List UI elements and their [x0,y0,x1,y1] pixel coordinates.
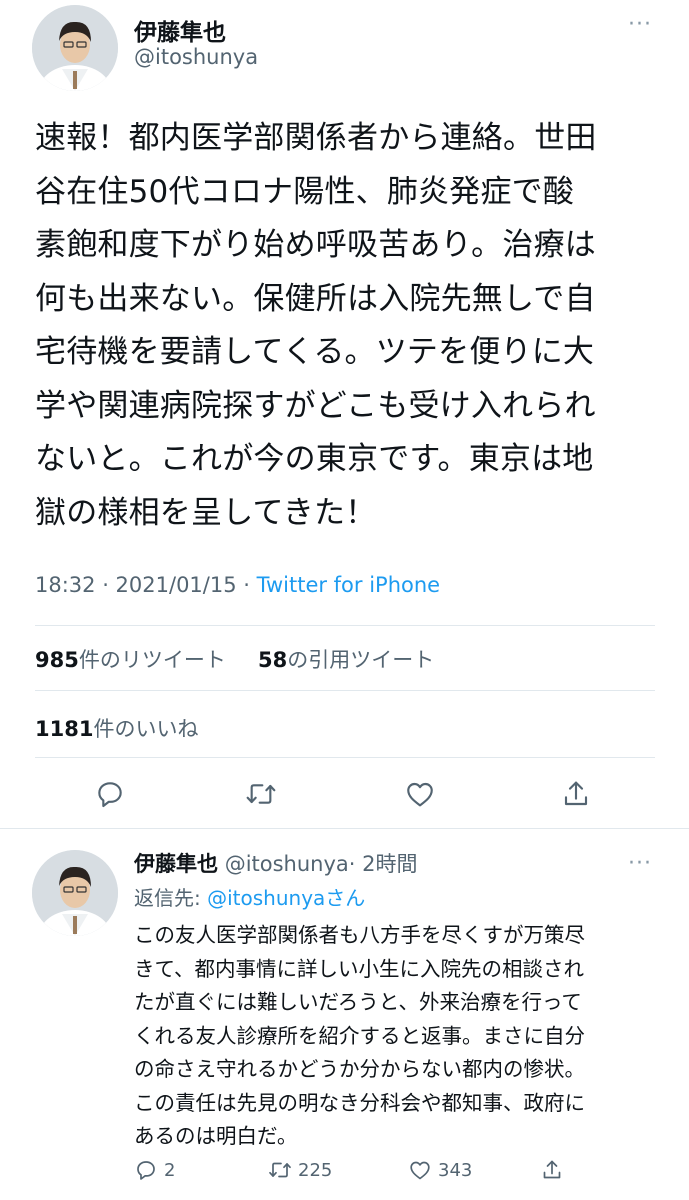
reply-author-avatar[interactable] [32,850,118,936]
reply-replies-count: 2 [164,1159,176,1181]
reply-text-line: あるのは明白だ。 [134,1124,298,1148]
divider [0,828,689,829]
reply-icon [137,1161,155,1180]
divider [35,690,655,691]
more-options-icon[interactable]: ··· [628,14,652,36]
tweet-text-line: 谷在住50代コロナ陽性、肺炎発症で酸 [35,173,575,210]
retweets-label: 件のリツイート [78,648,226,672]
quotes-count: 58 [258,648,288,672]
reply-text-line: たが直ぐには難しいだろうと、外来治療を行って [134,990,582,1014]
reply-text: この友人医学部関係者も八方手を尽くすが万策尽 きて、都内事情に詳しい小生に入院先… [134,919,585,1154]
tweet-source-link[interactable]: Twitter for iPhone [257,573,441,597]
reply-to-mention[interactable]: @itoshunyaさん [207,886,365,910]
reply-reply-button[interactable]: 2 [134,1158,175,1182]
share-icon[interactable] [560,778,592,810]
divider [35,625,655,626]
tweet-text-line: 何も出来ない。保健所は入院先無しで自 [35,280,596,317]
likes-count: 1181 [35,717,94,741]
reply-to-handle: @itoshunya [207,886,326,910]
quotes-label: の引用ツイート [287,648,435,672]
reply-author-handle[interactable]: @itoshunya [225,852,349,876]
tweet-text-line: 宅待機を要請してくる。ツテを便りに大 [35,334,595,370]
tweet-text-line: 素飽和度下がり始め呼吸苦あり。治療は [35,227,596,263]
share-icon [543,1160,561,1179]
reply-time[interactable]: · 2時間 [349,852,418,876]
reply-more-options-icon[interactable]: ··· [628,853,652,875]
retweets-count: 985 [35,648,79,672]
retweets-stat[interactable]: 985件のリツイート [35,644,226,674]
reply-like-button[interactable]: 343 [408,1158,472,1182]
reply-share-button[interactable] [540,1158,564,1182]
quotes-stat[interactable]: 58の引用ツイート [258,644,434,674]
reply-text-line: この責任は先見の明なき分科会や都知事、政府に [134,1090,585,1115]
avatar-photo [32,5,118,91]
reply-retweet-button[interactable]: 225 [268,1158,332,1182]
reply-retweets-count: 225 [298,1159,333,1181]
reply-text-line: きて、都内事情に詳しい小生に入院先の相談され [134,956,584,981]
reply-text-line: の命さえ守れるかどうか分からない都内の惨状。 [134,1057,585,1081]
reply-to-suffix: さん [325,886,366,910]
tweet-text-line: 獄の様相を呈してきた！ [35,494,377,531]
like-icon[interactable] [404,778,436,810]
divider [35,757,655,758]
reply-header: 伊藤隼也 @itoshunya· 2時間 [134,848,418,878]
reply-to-line: 返信先: @itoshunyaさん [134,882,365,911]
tweet-text: 速報！都内医学部関係者から連絡。世田 谷在住50代コロナ陽性、肺炎発症で酸 素飽… [35,112,597,540]
reply-text-line: この友人医学部関係者も八方手を尽くすが万策尽 [134,923,585,947]
author-name[interactable]: 伊藤隼也 [134,13,226,47]
tweet-timestamp[interactable]: 18:32 · 2021/01/15 · [35,573,257,597]
reply-author-name[interactable]: 伊藤隼也 [134,852,218,876]
likes-label: 件のいいね [93,717,199,741]
tweet-text-line: 速報！都内医学部関係者から連絡。世田 [35,120,597,156]
reply-text-line: くれる友人診療所を紹介すると返事。まさに自分 [134,1023,585,1048]
tweet-text-line: ないと。これが今の東京です。東京は地 [35,441,594,477]
reply-icon[interactable] [94,778,126,810]
tweet-meta: 18:32 · 2021/01/15 · Twitter for iPhone [35,573,440,597]
likes-stat[interactable]: 1181件のいいね [35,713,198,743]
reply-to-prefix: 返信先: [134,886,208,910]
avatar-photo [32,850,118,936]
tweet-text-line: 学や関連病院探すがどこも受け入れられ [35,387,596,424]
author-handle[interactable]: @itoshunya [134,45,258,69]
author-avatar[interactable] [32,5,118,91]
retweet-icon [269,1162,291,1178]
like-icon [410,1161,430,1180]
retweet-icon[interactable] [245,778,277,810]
reply-likes-count: 343 [438,1159,473,1181]
